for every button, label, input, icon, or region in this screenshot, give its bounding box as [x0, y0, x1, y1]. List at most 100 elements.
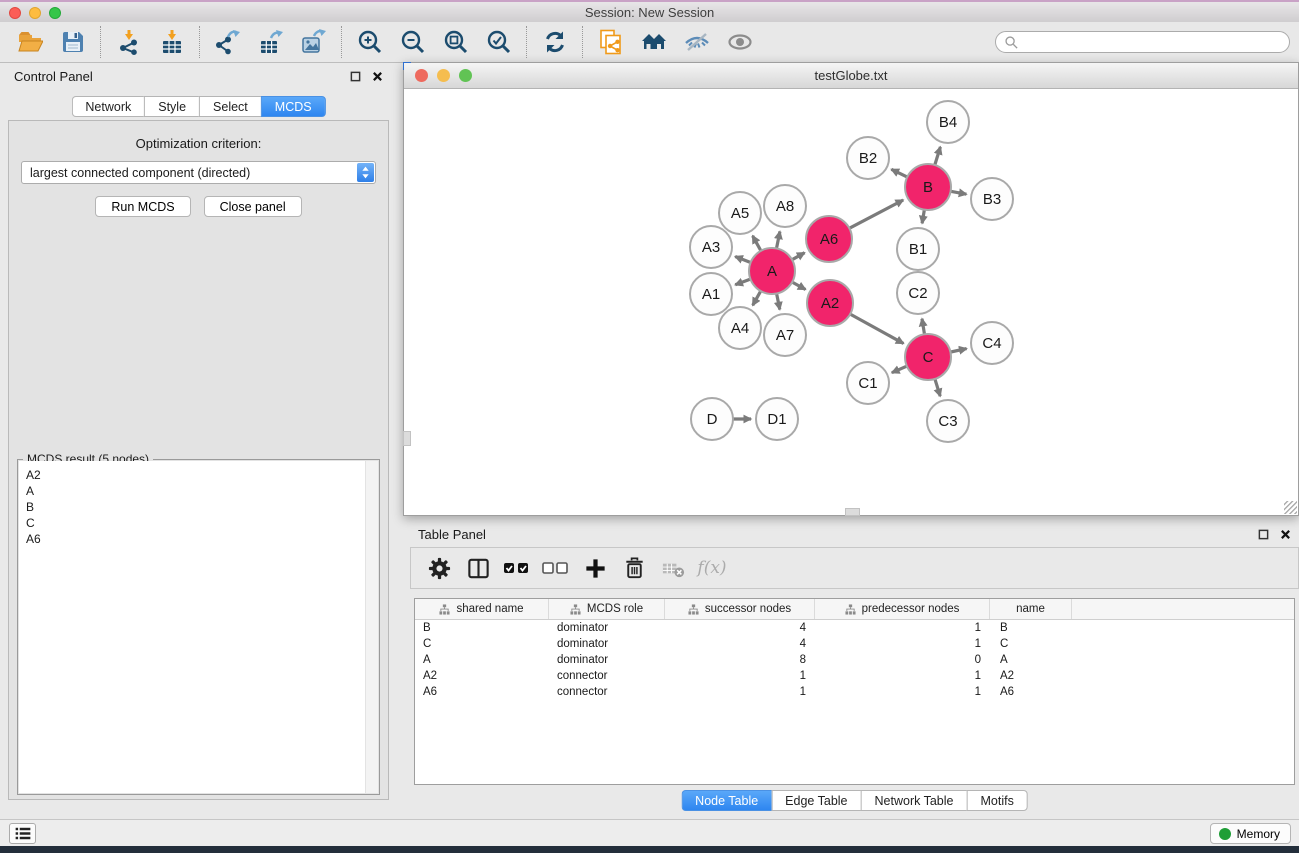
search-box[interactable]	[995, 31, 1290, 53]
column-header-shared-name[interactable]: shared name	[415, 599, 549, 619]
vertical-scroll-thumb[interactable]	[403, 431, 411, 446]
export-image-button[interactable]	[292, 24, 335, 60]
task-history-button[interactable]	[9, 823, 36, 844]
uncheck-pair-button[interactable]	[538, 550, 574, 586]
node-A3[interactable]: A3	[690, 226, 732, 268]
node-C4[interactable]: C4	[971, 322, 1013, 364]
table-row[interactable]: Bdominator41B	[415, 620, 1294, 636]
refresh-layout-button[interactable]	[533, 24, 576, 60]
export-table-button[interactable]	[249, 24, 292, 60]
split-columns-button[interactable]	[460, 550, 496, 586]
open-file-button[interactable]	[8, 24, 51, 60]
network-minimize-button[interactable]	[437, 69, 450, 82]
table-tab-motifs[interactable]: Motifs	[966, 790, 1027, 811]
node-A1[interactable]: A1	[690, 273, 732, 315]
node-A7[interactable]: A7	[764, 314, 806, 356]
show-graphics-button[interactable]	[718, 24, 761, 60]
table-row[interactable]: A2connector11A2	[415, 668, 1294, 684]
table-row[interactable]: Cdominator41C	[415, 636, 1294, 652]
minimize-window-button[interactable]	[29, 7, 41, 19]
gear-button[interactable]	[421, 550, 457, 586]
tab-select[interactable]: Select	[199, 96, 261, 117]
network-file-button[interactable]	[589, 24, 632, 60]
node-B3[interactable]: B3	[971, 178, 1013, 220]
node-D[interactable]: D	[691, 398, 733, 440]
node-C1[interactable]: C1	[847, 362, 889, 404]
add-column-button[interactable]	[577, 550, 613, 586]
network-canvas[interactable]: A A1 A2 A3 A4 A5 A6 A7 A8 B B1 B2 B3B4 C C1 C2 C3C4 D D1	[404, 90, 1298, 515]
zoom-out-button[interactable]	[391, 24, 434, 60]
result-item[interactable]: A2	[26, 467, 378, 483]
result-item[interactable]: A6	[26, 531, 378, 547]
close-panel-button[interactable]	[372, 71, 383, 82]
cell: C	[990, 636, 1072, 652]
column-header-MCDS-role[interactable]: MCDS role	[549, 599, 665, 619]
node-A8[interactable]: A8	[764, 185, 806, 227]
table-row[interactable]: Adominator80A	[415, 652, 1294, 668]
node-C2[interactable]: C2	[897, 272, 939, 314]
close-table-panel-button[interactable]	[1280, 529, 1291, 540]
node-B1[interactable]: B1	[897, 228, 939, 270]
table-tab-edge-table[interactable]: Edge Table	[771, 790, 860, 811]
node-D1[interactable]: D1	[756, 398, 798, 440]
network-close-button[interactable]	[415, 69, 428, 82]
svg-text:A2: A2	[821, 295, 839, 312]
edge-A2-C[interactable]	[848, 313, 903, 343]
node-A2[interactable]: A2	[807, 280, 853, 326]
tab-style[interactable]: Style	[144, 96, 199, 117]
select-stepper-icon[interactable]	[357, 163, 374, 182]
node-C3[interactable]: C3	[927, 400, 969, 442]
result-item[interactable]: C	[26, 515, 378, 531]
search-input[interactable]	[1024, 35, 1281, 49]
column-header-successor-nodes[interactable]: successor nodes	[665, 599, 815, 619]
toolbar-separator	[199, 26, 200, 58]
import-network-button[interactable]	[107, 24, 150, 60]
cell: A	[990, 652, 1072, 668]
edge-A6-B[interactable]	[848, 200, 904, 229]
zoom-selected-button[interactable]	[477, 24, 520, 60]
tab-mcds[interactable]: MCDS	[261, 96, 326, 117]
table-tab-network-table[interactable]: Network Table	[861, 790, 967, 811]
tab-network[interactable]: Network	[71, 96, 144, 117]
result-scrollbar[interactable]	[365, 461, 378, 793]
close-panel-action-button[interactable]: Close panel	[204, 196, 302, 217]
network-window-titlebar[interactable]: testGlobe.txt	[404, 63, 1298, 89]
node-B4[interactable]: B4	[927, 101, 969, 143]
node-B[interactable]: B	[905, 164, 951, 210]
zoom-window-button[interactable]	[49, 7, 61, 19]
node-A6[interactable]: A6	[806, 216, 852, 262]
save-session-button[interactable]	[51, 24, 94, 60]
edge-B-B4[interactable]	[934, 147, 940, 167]
control-panel-tabs: NetworkStyleSelectMCDS	[71, 96, 325, 117]
node-A5[interactable]: A5	[719, 192, 761, 234]
column-header-predecessor-nodes[interactable]: predecessor nodes	[815, 599, 990, 619]
float-panel-button[interactable]	[350, 71, 361, 82]
node-A[interactable]: A	[749, 248, 795, 294]
hide-graphics-button[interactable]	[675, 24, 718, 60]
criterion-select[interactable]: largest connected component (directed)	[21, 161, 376, 184]
horizontal-scroll-thumb[interactable]	[845, 508, 860, 516]
check-pair-button[interactable]	[499, 550, 535, 586]
column-header-name[interactable]: name	[990, 599, 1072, 619]
table-row[interactable]: A6connector11A6	[415, 684, 1294, 700]
memory-button[interactable]: Memory	[1210, 823, 1291, 844]
import-table-button[interactable]	[150, 24, 193, 60]
node-B2[interactable]: B2	[847, 137, 889, 179]
result-item[interactable]: B	[26, 499, 378, 515]
node-A4[interactable]: A4	[719, 307, 761, 349]
delete-column-button[interactable]	[616, 550, 652, 586]
node-C[interactable]: C	[905, 334, 951, 380]
result-item[interactable]: A	[26, 483, 378, 499]
home-button[interactable]	[632, 24, 675, 60]
export-network-button[interactable]	[206, 24, 249, 60]
network-graph[interactable]: A A1 A2 A3 A4 A5 A6 A7 A8 B B1 B2 B3B4 C C1 C2 C3C4 D D1	[404, 90, 1298, 515]
zoom-fit-button[interactable]	[434, 24, 477, 60]
network-zoom-button[interactable]	[459, 69, 472, 82]
resize-grip[interactable]	[1284, 501, 1297, 514]
table-tab-node-table[interactable]: Node Table	[681, 790, 771, 811]
float-table-panel-button[interactable]	[1258, 529, 1269, 540]
zoom-in-button[interactable]	[348, 24, 391, 60]
run-mcds-button[interactable]: Run MCDS	[95, 196, 190, 217]
mcds-result-list[interactable]: A2ABCA6	[19, 461, 378, 793]
close-window-button[interactable]	[9, 7, 21, 19]
